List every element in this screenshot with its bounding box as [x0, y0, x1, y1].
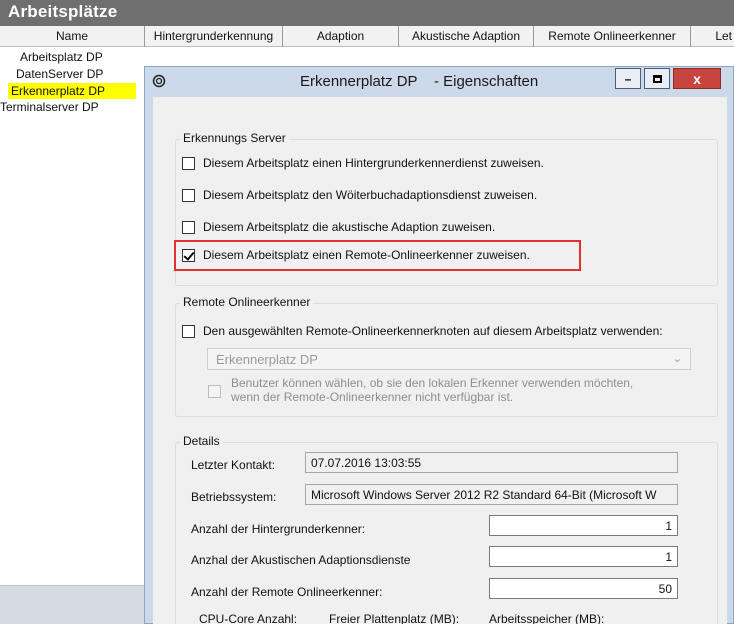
- column-header-remote-recognizer[interactable]: Remote Onlineerkenner: [534, 26, 691, 47]
- list-footer-panel: [0, 585, 144, 624]
- os-field: Microsoft Windows Server 2012 R2 Standar…: [305, 484, 678, 505]
- acoustic-adaption-count-input[interactable]: 1: [489, 546, 678, 567]
- column-header-background-recognition[interactable]: Hintergrunderkennung: [145, 26, 283, 47]
- dialog-title: Erkennerplatz DP - Eigenschaften: [300, 73, 539, 90]
- list-item-arbeitsplatz[interactable]: Arbeitsplatz DP: [20, 49, 103, 65]
- column-header-adaption[interactable]: Adaption: [283, 26, 399, 47]
- dictionary-adaption-checkbox[interactable]: [182, 188, 195, 202]
- use-remote-node-label: Den ausgewählten Remote-Onlineerkennerkn…: [203, 324, 663, 338]
- acoustic-adaption-checkbox[interactable]: [182, 220, 195, 234]
- remote-recognizer-count-input[interactable]: 50: [489, 578, 678, 599]
- settings-gear-icon: [152, 74, 166, 88]
- maximize-icon: [652, 74, 662, 83]
- list-item-datenserver[interactable]: DatenServer DP: [16, 66, 103, 82]
- last-contact-label: Letzter Kontakt:: [191, 458, 276, 472]
- column-header-acoustic-adaption[interactable]: Akustische Adaption: [399, 26, 534, 47]
- fallback-local-recognizer-checkbox[interactable]: [208, 385, 221, 398]
- workstation-list: Arbeitsplatz DP DatenServer DP Erkennerp…: [0, 47, 144, 624]
- app-title: Arbeitsplätze: [0, 0, 734, 26]
- option-dictionary-adaption[interactable]: Diesem Arbeitsplatz den Wöiterbuchadapti…: [182, 188, 537, 202]
- close-button[interactable]: x: [673, 68, 721, 89]
- option-remote-recognizer[interactable]: Diesem Arbeitsplatz einen Remote-Onlinee…: [182, 248, 530, 262]
- details-group-label: Details: [180, 434, 223, 448]
- list-item-erkennerplatz[interactable]: Erkennerplatz DP: [8, 83, 136, 99]
- remote-node-select-value: Erkennerplatz DP: [216, 352, 318, 367]
- close-icon: x: [693, 70, 701, 87]
- list-item-terminalserver[interactable]: Terminalserver DP: [0, 99, 99, 115]
- background-recognizer-checkbox[interactable]: [182, 156, 195, 170]
- use-remote-node-checkbox[interactable]: [182, 324, 195, 338]
- remote-recognizer-checkbox[interactable]: [182, 248, 195, 262]
- last-contact-field: 07.07.2016 13:03:55: [305, 452, 678, 473]
- memory-label: Arbeitsspeicher (MB):: [489, 612, 605, 624]
- fallback-text-line1: Benutzer können wählen, ob sie den lokal…: [231, 376, 634, 390]
- background-recognizer-label: Diesem Arbeitsplatz einen Hintergrunderk…: [203, 156, 544, 170]
- free-disk-space-label: Freier Plattenplatz (MB):: [329, 612, 460, 624]
- fallback-text-line2: wenn der Remote-Onlineerkenner nicht ver…: [231, 390, 514, 404]
- option-use-remote-node[interactable]: Den ausgewählten Remote-Onlineerkennerkn…: [182, 324, 663, 338]
- dialog-content: Erkennungs Server Diesem Arbeitsplatz ei…: [153, 97, 727, 624]
- dictionary-adaption-label: Diesem Arbeitsplatz den Wöiterbuchadapti…: [203, 188, 538, 202]
- background-recognizer-count-input[interactable]: 1: [489, 515, 678, 536]
- minimize-icon: –: [624, 71, 632, 86]
- acoustic-adaption-count-label: Anzhal der Akustischen Adaptionsdienste: [191, 553, 411, 567]
- cpu-core-count-label: CPU-Core Anzahl:: [199, 612, 298, 624]
- minimize-button[interactable]: –: [615, 68, 641, 89]
- column-header-row: Name Hintergrunderkennung Adaption Akust…: [0, 26, 734, 47]
- remote-node-select[interactable]: Erkennerplatz DP ⌄: [207, 348, 691, 370]
- os-label: Betriebssystem:: [191, 490, 277, 504]
- recognition-server-group-label: Erkennungs Server: [180, 131, 289, 145]
- background-recognizer-count-label: Anzahl der Hintergrunderkenner:: [191, 522, 366, 536]
- column-header-last[interactable]: Let: [691, 26, 734, 47]
- column-header-name[interactable]: Name: [0, 26, 145, 47]
- remote-recognizer-count-label: Anzahl der Remote Onlineerkenner:: [191, 585, 383, 599]
- remote-recognizer-group-label: Remote Onlineerkenner: [180, 295, 314, 309]
- dialog-titlebar[interactable]: Erkennerplatz DP - Eigenschaften – x: [145, 67, 733, 97]
- chevron-down-icon: ⌄: [672, 353, 682, 365]
- option-acoustic-adaption[interactable]: Diesem Arbeitsplatz die akustische Adapt…: [182, 220, 495, 234]
- acoustic-adaption-label: Diesem Arbeitsplatz die akustische Adapt…: [203, 220, 496, 234]
- option-background-recognizer[interactable]: Diesem Arbeitsplatz einen Hintergrunderk…: [182, 156, 544, 170]
- properties-dialog: Erkennerplatz DP - Eigenschaften – x Erk…: [144, 66, 734, 624]
- remote-recognizer-label: Diesem Arbeitsplatz einen Remote-Onlinee…: [203, 248, 530, 262]
- maximize-button[interactable]: [644, 68, 670, 89]
